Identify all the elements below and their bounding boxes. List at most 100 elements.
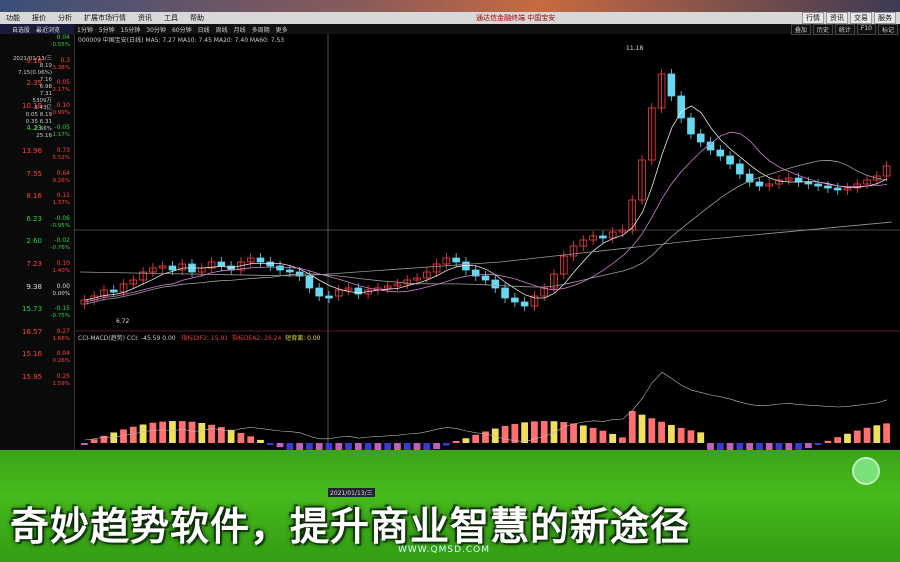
indicator-bar	[501, 425, 509, 443]
indicator-bar	[570, 423, 577, 443]
indicator-bar	[139, 424, 147, 443]
candle-body	[305, 275, 314, 289]
indicator-bar	[442, 443, 450, 446]
watermark: WWW.QMSD.COM	[398, 545, 491, 555]
indicator-bar	[756, 443, 763, 450]
floating-circle-button[interactable]	[852, 457, 880, 485]
indicator-bar	[354, 443, 362, 450]
indicator-bar	[345, 443, 352, 450]
indicator-bar	[423, 443, 431, 450]
indicator-bar	[619, 437, 626, 443]
indicator-bar	[628, 410, 636, 443]
indicator-bar	[286, 443, 294, 450]
candle-body	[667, 73, 676, 97]
indicator-bar	[746, 443, 754, 450]
indicator-bar	[413, 443, 421, 450]
indicator-bar	[667, 424, 675, 443]
indicator-bar	[335, 443, 343, 450]
indicator-bar	[648, 418, 656, 443]
indicator-bar	[844, 433, 851, 443]
high-price-label: 11.18	[626, 45, 643, 52]
candle-body	[501, 287, 509, 299]
indicator-bar	[687, 430, 695, 443]
indicator-bar	[697, 432, 705, 443]
indicator-bar	[208, 424, 215, 443]
indicator-bar	[599, 430, 607, 443]
candle-body	[814, 183, 822, 187]
indicator-bar	[306, 443, 313, 450]
indicator-bar	[814, 443, 822, 445]
indicator-bar	[785, 443, 793, 450]
indicator-bar	[853, 430, 861, 443]
indicator-bar	[452, 441, 460, 443]
indicator-bar	[325, 443, 333, 450]
low-price-label: 6.72	[116, 318, 130, 325]
indicator-bar	[716, 443, 724, 450]
indicator-bar	[765, 443, 773, 450]
indicator-bar	[795, 443, 802, 450]
indicator-bar	[824, 440, 832, 443]
indicator-bar	[81, 443, 88, 445]
candle-body	[481, 275, 490, 281]
candle-body	[599, 235, 607, 239]
candle-body	[755, 181, 764, 187]
indicator-bar	[178, 421, 186, 443]
indicator-bar	[384, 443, 392, 450]
candle-body	[824, 185, 832, 189]
moving-average-line	[84, 159, 888, 305]
indicator-bar	[472, 434, 480, 443]
candle-body	[804, 181, 813, 185]
main-chart-legend: 000009 中国宝安(日线) MA5: 7.27 MA10: 7.45 MA2…	[78, 37, 285, 44]
indicator-bar	[804, 443, 812, 449]
indicator-bar	[394, 443, 401, 450]
indicator-bar	[266, 443, 274, 445]
candle-body	[696, 133, 705, 143]
indicator-bar	[198, 422, 206, 443]
indicator-bar	[90, 439, 98, 443]
candle-body	[716, 149, 725, 157]
indicator-bar	[834, 437, 842, 443]
candle-body	[491, 279, 500, 289]
indicator-bar	[482, 431, 489, 443]
candle-body	[315, 287, 323, 297]
indicator-bar	[579, 425, 587, 443]
candle-body	[109, 289, 118, 293]
indicator-extra: 短背离: 0.00	[285, 335, 321, 342]
indicator-bar	[315, 443, 323, 450]
indicator-bar	[276, 443, 284, 448]
kline-chart[interactable]: 11.18 6.72	[0, 0, 900, 450]
candle-body	[833, 187, 842, 191]
indicator-bar	[707, 443, 714, 450]
candle-body	[217, 261, 226, 267]
indicator-bar	[726, 443, 734, 450]
indicator-bar	[883, 423, 890, 443]
candle-body	[726, 155, 734, 165]
indicator-name: CCI-MACD(趋势) CCI: -45.59 0.00	[78, 335, 176, 342]
indicator-bar	[589, 427, 597, 443]
indicator-bar	[247, 436, 255, 443]
indicator-bar	[736, 443, 744, 450]
candle-body	[325, 295, 333, 299]
indicator-bar	[638, 414, 646, 443]
indicator-bar	[540, 421, 548, 443]
indicator-bar	[188, 421, 196, 443]
indicator-bar	[775, 443, 783, 450]
indicator-bar	[257, 439, 264, 443]
indicator-bar	[873, 425, 881, 443]
indicator-bar	[658, 421, 665, 443]
indicator-bar	[296, 443, 304, 450]
indicator-bar	[149, 422, 157, 443]
candle-body	[256, 257, 265, 263]
indicator-bar	[364, 443, 372, 450]
candle-body	[452, 257, 460, 263]
indicator-bar	[159, 421, 167, 443]
indicator-bar	[560, 422, 568, 443]
candle-body	[520, 301, 529, 307]
indicator-bar	[227, 429, 235, 443]
indicator-bar	[129, 426, 137, 443]
indicator-dif: 指标DIF2: 15.91	[181, 335, 229, 342]
indicator-bar	[677, 427, 685, 443]
candle-body	[687, 117, 695, 135]
indicator-bar	[403, 443, 411, 450]
caption-text: 奇妙趋势软件，提升商业智慧的新途径	[10, 505, 691, 550]
